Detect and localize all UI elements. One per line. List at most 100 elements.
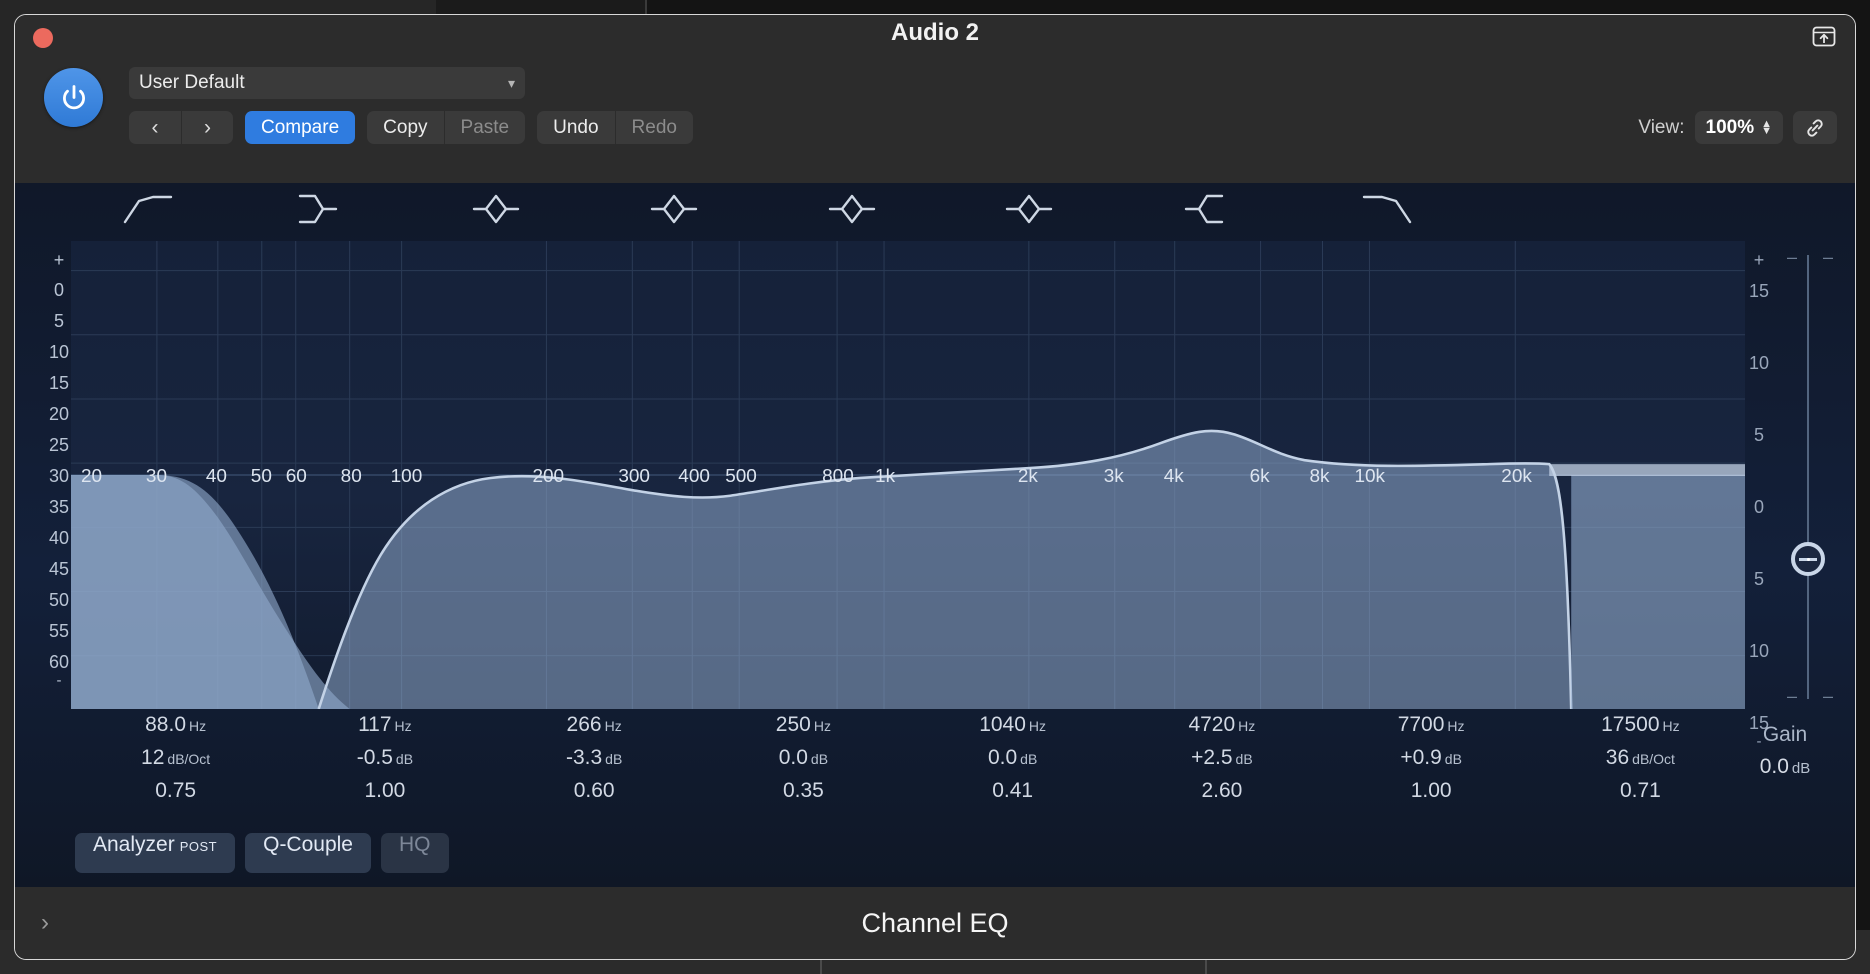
svg-text:400: 400 [678, 465, 710, 486]
band-7-q[interactable]: 1.00 [1327, 775, 1536, 808]
svg-text:10k: 10k [1354, 465, 1385, 486]
band-2-q[interactable]: 1.00 [280, 775, 489, 808]
band-3-params: 266 Hz -3.3 dB 0.60 [490, 709, 699, 805]
band-4-gain[interactable]: 0.0 dB [699, 742, 908, 775]
svg-text:50: 50 [251, 465, 272, 486]
band-7-type-icon[interactable] [1182, 189, 1238, 234]
link-button[interactable] [1793, 111, 1837, 144]
window-title: Audio 2 [891, 19, 979, 46]
chevron-down-icon: ▾ [507, 74, 515, 91]
svg-text:100: 100 [391, 465, 423, 486]
band-7-gain[interactable]: +0.9 dB [1327, 742, 1536, 775]
band-4-type-icon[interactable] [648, 189, 704, 234]
svg-text:60: 60 [286, 465, 307, 486]
svg-text:300: 300 [618, 465, 650, 486]
q-couple-toggle[interactable]: Q-Couple [245, 833, 371, 873]
band-4-frequency[interactable]: 250 Hz [699, 709, 908, 742]
toggle-button-row: Analyzer POST Q-Couple HQ [75, 833, 449, 873]
band-8-gain[interactable]: 36 dB/Oct [1536, 742, 1745, 775]
bell-peak-icon [828, 194, 876, 224]
axis-tick: 60 [48, 652, 70, 672]
undo-button[interactable]: Undo [537, 111, 614, 144]
band-2-frequency[interactable]: 117 Hz [280, 709, 489, 742]
band-1-params: 88.0 Hz 12 dB/Oct 0.75 [71, 709, 280, 805]
analyzer-mode-label: POST [179, 839, 218, 854]
band-7-frequency[interactable]: 7700 Hz [1327, 709, 1536, 742]
svg-text:80: 80 [341, 465, 362, 486]
paste-button[interactable]: Paste [443, 111, 526, 144]
window-share-button[interactable] [1809, 23, 1839, 49]
band-8-q[interactable]: 0.71 [1536, 775, 1745, 808]
stepper-up-down-icon: ▲ ▼ [1761, 117, 1772, 137]
highcut-top-edge [1549, 464, 1745, 476]
view-zoom-stepper[interactable]: 100% ▲ ▼ [1694, 111, 1783, 144]
svg-text:500: 500 [725, 465, 757, 486]
svg-text:4k: 4k [1164, 465, 1185, 486]
preset-selector[interactable]: User Default ▾ [129, 67, 525, 99]
band-2-params: 117 Hz -0.5 dB 1.00 [280, 709, 489, 805]
svg-text:30: 30 [146, 465, 167, 486]
band-type-icon-row [15, 183, 1855, 241]
svg-text:800: 800 [822, 465, 854, 486]
power-icon [62, 84, 85, 109]
chevron-right-icon[interactable]: › [41, 909, 49, 937]
undo-redo-group: Undo Redo [537, 111, 693, 144]
eq-curve-graph[interactable]: 20 30 40 50 60 80 100 200 300 400 500 80… [71, 241, 1745, 710]
band-5-params: 1040 Hz 0.0 dB 0.41 [908, 709, 1117, 805]
hq-toggle[interactable]: HQ [381, 833, 449, 873]
gain-tick-top-right: – [1822, 247, 1833, 267]
svg-text:200: 200 [532, 465, 564, 486]
band-3-gain[interactable]: -3.3 dB [490, 742, 699, 775]
axis-tick: 30 [48, 466, 70, 486]
band-5-gain[interactable]: 0.0 dB [908, 742, 1117, 775]
band-6-frequency[interactable]: 4720 Hz [1117, 709, 1326, 742]
band-6-params: 4720 Hz +2.5 dB 2.60 [1117, 709, 1326, 805]
band-parameter-rows: 88.0 Hz 12 dB/Oct 0.75 117 Hz -0.5 dB 1.00 2… [71, 709, 1745, 805]
copy-button[interactable]: Copy [367, 111, 443, 144]
band-8-type-icon[interactable] [1360, 189, 1416, 234]
master-gain-track[interactable] [1807, 255, 1809, 699]
hq-label: HQ [399, 833, 431, 856]
next-preset-button[interactable]: › [181, 111, 233, 144]
svg-text:40: 40 [206, 465, 227, 486]
band-6-gain[interactable]: +2.5 dB [1117, 742, 1326, 775]
prev-preset-button[interactable]: ‹ [129, 111, 181, 144]
svg-text:8k: 8k [1310, 465, 1331, 486]
axis-tick: 25 [48, 435, 70, 455]
high-shelf-icon [1184, 194, 1224, 224]
compare-button[interactable]: Compare [245, 111, 356, 144]
highpass-filter-icon [123, 195, 173, 224]
redo-button[interactable]: Redo [614, 111, 693, 144]
band-1-q[interactable]: 0.75 [71, 775, 280, 808]
band-3-frequency[interactable]: 266 Hz [490, 709, 699, 742]
analyzer-toggle[interactable]: Analyzer POST [75, 833, 236, 873]
view-zoom-value: 100% [1705, 116, 1755, 138]
band-3-q[interactable]: 0.60 [490, 775, 699, 808]
band-2-type-icon[interactable] [296, 189, 352, 234]
power-button[interactable] [44, 68, 103, 127]
svg-text:3k: 3k [1104, 465, 1125, 486]
band-1-gain[interactable]: 12 dB/Oct [71, 742, 280, 775]
band-1-type-icon[interactable] [119, 189, 175, 234]
axis-tick: 55 [48, 621, 70, 641]
axis-tick: + [1753, 250, 1765, 270]
band-1-frequency[interactable]: 88.0 Hz [71, 709, 280, 742]
band-3-type-icon[interactable] [470, 189, 526, 234]
band-7-params: 7700 Hz +0.9 dB 1.00 [1327, 709, 1536, 805]
gain-value[interactable]: 0.0 dB [1735, 755, 1835, 779]
eq-display-area[interactable]: + 0 5 10 15 20 25 30 35 40 45 50 55 60 - [15, 183, 1855, 887]
eq-curve-svg: 20 30 40 50 60 80 100 200 300 400 500 80… [71, 241, 1745, 710]
band-5-frequency[interactable]: 1040 Hz [908, 709, 1117, 742]
band-6-type-icon[interactable] [1003, 189, 1059, 234]
band-2-gain[interactable]: -0.5 dB [280, 742, 489, 775]
gain-tick-top-left: – [1786, 247, 1797, 267]
band-5-type-icon[interactable] [826, 189, 882, 234]
band-8-frequency[interactable]: 17500 Hz [1536, 709, 1745, 742]
plugin-window: Audio 2 User Default ▾ ‹ › Compare Copy … [14, 14, 1856, 960]
band-4-q[interactable]: 0.35 [699, 775, 908, 808]
band-8-params: 17500 Hz 36 dB/Oct 0.71 [1536, 709, 1745, 805]
band-6-q[interactable]: 2.60 [1117, 775, 1326, 808]
axis-tick: 10 [48, 342, 70, 362]
band-5-q[interactable]: 0.41 [908, 775, 1117, 808]
master-gain-knob[interactable] [1791, 542, 1825, 576]
